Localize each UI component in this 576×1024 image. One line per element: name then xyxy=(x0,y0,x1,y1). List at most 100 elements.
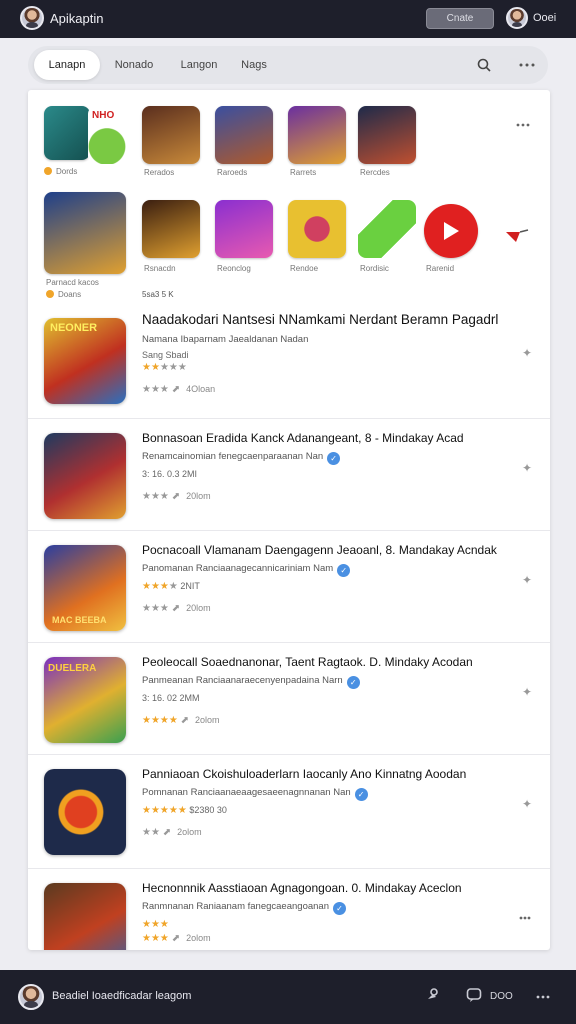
share-icon[interactable]: ⬈ xyxy=(172,491,180,502)
rating-stars: ★★★ xyxy=(142,919,169,930)
featured-app-badge: NHO xyxy=(92,110,115,121)
featured-app-label: Rsnacdn xyxy=(144,264,176,273)
app-avatar[interactable] xyxy=(20,6,44,30)
featured-app-icon[interactable] xyxy=(44,106,90,160)
list-item[interactable]: Hecnonnnik Aasstiaoan Agnagongoan. 0. Mi… xyxy=(28,868,550,950)
app-icon[interactable] xyxy=(44,769,126,855)
featured-app-label: Rerados xyxy=(144,168,175,177)
pin-icon[interactable]: ✦ xyxy=(522,797,532,811)
app-size: 2olom xyxy=(177,827,202,837)
tab-nags[interactable]: Nags xyxy=(236,50,272,80)
app-meta: 3: 16. 02 2MM xyxy=(142,693,200,703)
app-meta: ★★★★ 2NIT xyxy=(142,581,200,592)
bottom-avatar[interactable] xyxy=(18,984,44,1010)
share-icon[interactable]: ⬈ xyxy=(181,715,189,726)
featured-app-label: Parnacd kacos xyxy=(46,278,99,287)
arrow-icon[interactable] xyxy=(504,226,530,244)
chat-icon[interactable] xyxy=(466,987,482,1006)
app-icon[interactable] xyxy=(44,883,126,950)
top-search-button[interactable]: Cnate xyxy=(426,8,494,29)
rating-stars: ★★ ⬈ 2olom xyxy=(142,827,202,838)
more-icon[interactable] xyxy=(512,905,538,931)
app-title[interactable]: Pocnacoall Vlamanam Daengagenn Jeaoanl, … xyxy=(142,543,512,557)
more-icon[interactable] xyxy=(530,984,556,1010)
more-icon[interactable] xyxy=(514,52,540,78)
rating-stars: ★★★★ ⬈ 2olom xyxy=(142,715,220,726)
search-icon[interactable] xyxy=(471,52,497,78)
pin-icon[interactable]: ✦ xyxy=(522,685,532,699)
more-icon[interactable] xyxy=(510,112,536,138)
app-icon[interactable]: DUELERA xyxy=(44,657,126,743)
app-icon-text: NEONER xyxy=(50,322,98,334)
featured-app-label: Rendoe xyxy=(290,264,319,273)
app-icon-text: MAC BEEBA xyxy=(52,615,107,625)
featured-app-icon[interactable] xyxy=(288,200,346,258)
user-name[interactable]: Ooei xyxy=(533,12,556,24)
top-bar: Apikaptin Cnate Ooei xyxy=(0,0,576,38)
featured-app-icon[interactable]: NHO xyxy=(88,106,126,164)
featured-app-sublabel: Doans xyxy=(46,290,81,299)
featured-app-icon[interactable] xyxy=(215,200,273,258)
featured-app-icon[interactable] xyxy=(142,200,200,258)
verified-icon: ✓ xyxy=(332,902,346,915)
pin-icon[interactable]: ✦ xyxy=(522,346,532,360)
tab-nonado[interactable]: Nonado xyxy=(108,50,160,80)
rating-stars: ★★★ ⬈ 20lom xyxy=(142,491,211,502)
list-item[interactable]: Bonnasoan Eradida Kanck Adanangeant, 8 -… xyxy=(28,418,550,530)
app-icon[interactable]: NEONER xyxy=(44,318,126,404)
bottom-status-text: Beadiel Ioaedficadar leagom xyxy=(52,990,192,1002)
app-subtitle: Namana Ibaparnam Jaealdanan Nadan xyxy=(142,334,309,345)
app-meta: Sang Sbadi xyxy=(142,350,189,360)
featured-app-icon[interactable] xyxy=(358,106,416,164)
featured-app-label: Rarrets xyxy=(290,168,317,177)
coin-icon xyxy=(46,290,54,298)
featured-row-extra: 5sa3 5 K xyxy=(142,290,174,299)
featured-app-label: Dords xyxy=(44,167,77,176)
app-list-card: NHO Dords Rerados Raroeds Rarrets Rercde… xyxy=(28,90,550,950)
app-title[interactable]: Hecnonnnik Aasstiaoan Agnagongoan. 0. Mi… xyxy=(142,881,512,895)
rating-stars: ★★★ ⬈ 20lom xyxy=(142,603,211,614)
rating-text: 2NIT xyxy=(180,581,200,591)
featured-app-icon[interactable] xyxy=(44,192,126,274)
tab-lanapn[interactable]: Lanapn xyxy=(34,50,100,80)
app-title[interactable]: Bonnasoan Eradida Kanck Adanangeant, 8 -… xyxy=(142,431,512,445)
app-title[interactable]: Panniaoan Ckoishuloaderlarn Iaocanly Ano… xyxy=(142,767,512,781)
app-subtitle: Renamcainomian fenegcaenparaanan Nan ✓ xyxy=(142,451,341,465)
share-icon[interactable]: ⬈ xyxy=(172,384,180,395)
app-title[interactable]: Peoleocall Soaednanonar, Taent Ragtaok. … xyxy=(142,655,512,669)
pin-icon[interactable]: ✦ xyxy=(522,573,532,587)
app-size: 2olom xyxy=(195,715,220,725)
share-icon[interactable]: ⬈ xyxy=(172,603,180,614)
featured-app-icon[interactable] xyxy=(142,106,200,164)
app-size: 2olom xyxy=(186,933,211,943)
featured-app-icon[interactable] xyxy=(215,106,273,164)
app-icon-text: DUELERA xyxy=(48,663,97,674)
tab-bar: Lanapn Nonado Langon Nags xyxy=(28,46,548,84)
featured-app-icon[interactable] xyxy=(358,200,416,258)
mic-icon[interactable] xyxy=(424,987,440,1006)
app-title[interactable]: Naadakodari Nantsesi NNamkami Nerdant Be… xyxy=(142,312,512,327)
verified-icon: ✓ xyxy=(354,788,368,801)
list-item[interactable]: DUELERA Peoleocall Soaednanonar, Taent R… xyxy=(28,642,550,754)
tab-langon[interactable]: Langon xyxy=(174,50,224,80)
user-avatar[interactable] xyxy=(506,7,528,29)
app-meta: ★★★★★ $2380 30 xyxy=(142,805,227,816)
featured-app-label: Raroeds xyxy=(217,168,248,177)
app-meta: 3: 16. 0.3 2MI xyxy=(142,469,198,479)
rating-text: $2380 30 xyxy=(189,805,227,815)
play-icon[interactable] xyxy=(424,204,478,258)
list-item[interactable]: Panniaoan Ckoishuloaderlarn Iaocanly Ano… xyxy=(28,754,550,866)
pin-icon[interactable]: ✦ xyxy=(522,461,532,475)
app-size: 20lom xyxy=(186,603,211,613)
coin-icon xyxy=(44,167,52,175)
list-item[interactable]: NEONER Naadakodari Nantsesi NNamkami Ner… xyxy=(28,304,550,416)
share-icon[interactable]: ⬈ xyxy=(172,933,180,944)
verified-icon: ✓ xyxy=(337,564,351,577)
list-item[interactable]: MAC BEEBA Pocnacoall Vlamanam Daengagenn… xyxy=(28,530,550,642)
featured-app-label: Reonclog xyxy=(217,264,251,273)
featured-app-icon[interactable] xyxy=(288,106,346,164)
share-icon[interactable]: ⬈ xyxy=(163,827,171,838)
app-subtitle: Panmeanan Ranciaanaraecenyenpadaina Narn… xyxy=(142,675,360,689)
app-icon[interactable]: MAC BEEBA xyxy=(44,545,126,631)
app-icon[interactable] xyxy=(44,433,126,519)
